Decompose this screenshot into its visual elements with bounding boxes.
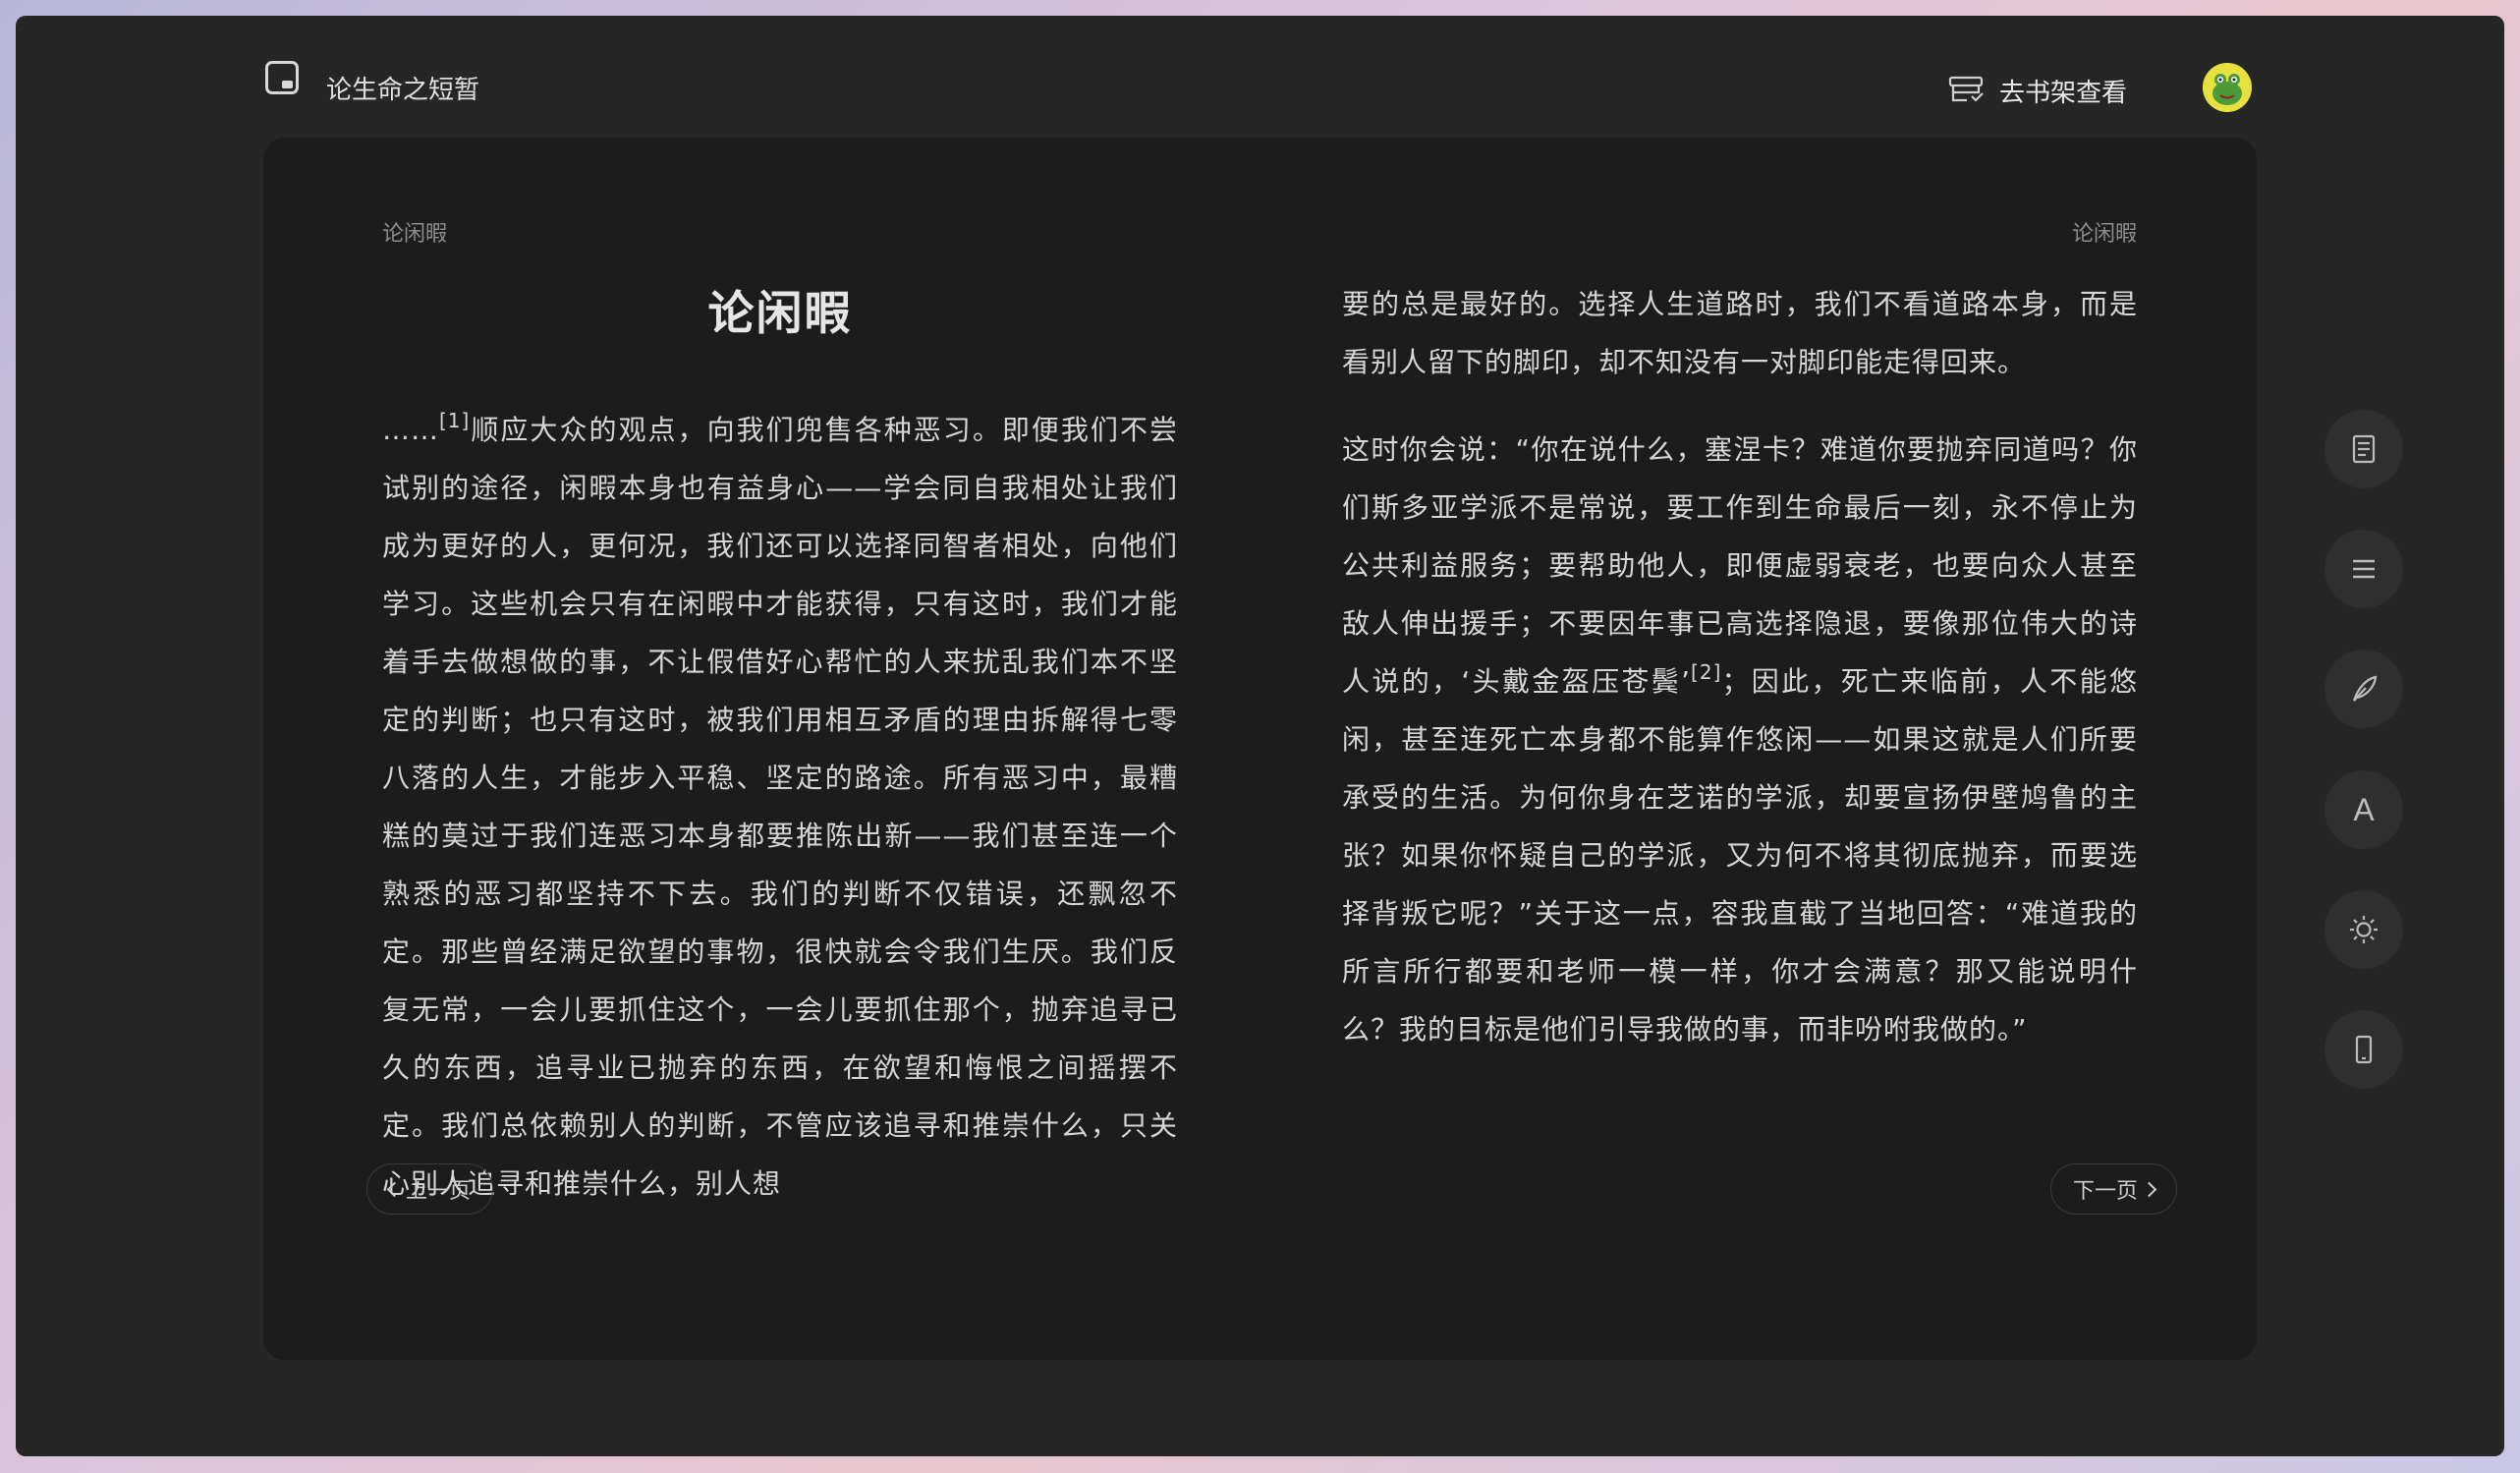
top-bar: 论生命之短暂 去书架查看 [16, 16, 2504, 134]
left-paragraph-body: 顺应大众的观点，向我们兜售各种恶习。即便我们不尝试别的途径，闲暇本身也有益身心—… [382, 414, 1178, 1200]
right-column: 要的总是最好的。选择人生道路时，我们不看道路本身，而是看别人留下的脚印，却不知没… [1342, 275, 2138, 1058]
font-icon: A [2353, 791, 2375, 827]
feather-icon [2352, 675, 2378, 702]
right-paragraph-2-part-a: 这时你会说：“你在说什么，塞涅卡？难道你要抛弃同道吗？你们斯多亚学派不是常说，要… [1342, 433, 2138, 698]
menu-icon [2353, 559, 2375, 579]
reader-window: 论生命之短暂 去书架查看 论闲暇 论闲暇 论闲暇 ……[1]顺应大众的观点，向我… [16, 16, 2504, 1456]
left-paragraph: ……[1]顺应大众的观点，向我们兜售各种恶习。即便我们不尝试别的途径，闲暇本身也… [382, 401, 1178, 1213]
brightness-icon [2350, 916, 2378, 943]
prev-page-label: 上一页 [406, 1179, 472, 1204]
chevron-left-icon [386, 1181, 403, 1197]
right-paragraph-2-part-b: ；因此，死亡来临前，人不能悠闲，甚至连死亡本身都不能算作悠闲——如果这就是人们所… [1342, 665, 2138, 1046]
write-thought-button[interactable] [2324, 650, 2403, 728]
right-paragraph-2: 这时你会说：“你在说什么，塞涅卡？难道你要抛弃同道吗？你们斯多亚学派不是常说，要… [1342, 421, 2138, 1058]
next-page-label: 下一页 [2072, 1179, 2138, 1204]
footnote-link-1[interactable]: [1] [439, 409, 470, 432]
footnote-link-2[interactable]: [2] [1691, 660, 1721, 684]
phone-icon [2355, 1035, 2373, 1064]
brightness-button[interactable] [2324, 890, 2403, 969]
left-column: 论闲暇 ……[1]顺应大众的观点，向我们兜售各种恶习。即便我们不尝试别的途径，闲… [382, 275, 1178, 1213]
go-to-bookshelf-label: 去书架查看 [1999, 78, 2128, 108]
open-on-phone-button[interactable] [2324, 1010, 2403, 1089]
avatar[interactable] [2203, 63, 2252, 112]
ellipsis-text: …… [382, 414, 439, 446]
next-page-button[interactable]: 下一页 [2049, 1163, 2177, 1215]
prev-page-button[interactable]: 上一页 [366, 1163, 494, 1215]
bookshelf-icon [1948, 76, 1984, 102]
book-page: 论闲暇 论闲暇 论闲暇 ……[1]顺应大众的观点，向我们兜售各种恶习。即便我们不… [263, 138, 2257, 1360]
notes-button[interactable] [2324, 410, 2403, 488]
chevron-right-icon [2141, 1181, 2157, 1197]
right-paragraph-1: 要的总是最好的。选择人生道路时，我们不看道路本身，而是看别人留下的脚印，却不知没… [1342, 288, 2138, 378]
font-settings-button[interactable]: A [2324, 770, 2403, 849]
running-head-left: 论闲暇 [382, 222, 448, 247]
chapter-title: 论闲暇 [707, 287, 853, 341]
table-of-contents-button[interactable] [2324, 530, 2403, 608]
running-head-right: 论闲暇 [2071, 222, 2137, 247]
avatar-frog-icon [2203, 63, 2252, 112]
reader-toolbar: A [2312, 16, 2416, 1456]
notes-icon [2352, 434, 2376, 464]
book-title: 论生命之短暂 [326, 76, 480, 105]
go-to-bookshelf-button[interactable]: 去书架查看 [1948, 69, 2127, 112]
app-logo-icon[interactable] [265, 61, 299, 94]
